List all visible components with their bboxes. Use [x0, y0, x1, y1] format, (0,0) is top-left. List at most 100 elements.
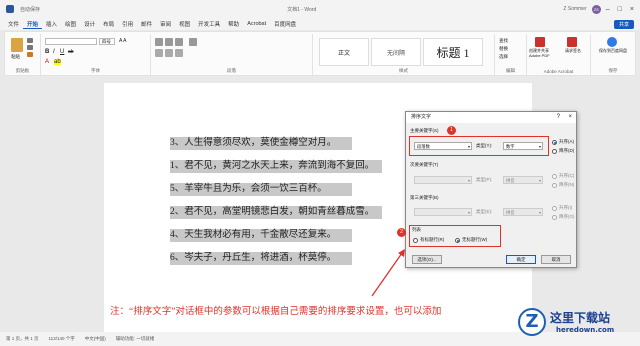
- tab-baidu[interactable]: 百度网盘: [270, 20, 300, 28]
- select-button[interactable]: 选择: [499, 54, 508, 60]
- tab-home[interactable]: 开始: [23, 20, 43, 29]
- no-header-radio[interactable]: [455, 238, 460, 243]
- step-badge-1: 1: [447, 126, 456, 135]
- font-color-icon[interactable]: A: [45, 59, 49, 65]
- sort-icon[interactable]: [189, 38, 197, 46]
- minimize-icon[interactable]: –: [606, 6, 610, 13]
- primary-key-select[interactable]: 段落数 ▾: [414, 142, 472, 150]
- site-watermark: Z 这里下载站 heredown.com: [518, 306, 640, 346]
- red-note-text: 注：“排序文字”对话框中的参数可以根据自己需要的排序要求设置，也可以添加: [110, 307, 442, 317]
- underline-icon[interactable]: U: [60, 49, 64, 55]
- acrobat-group-label: Adobe Acrobat: [543, 69, 574, 74]
- tab-draw[interactable]: 绘图: [61, 20, 80, 28]
- ascending-label-2: 升序(C): [559, 173, 575, 178]
- document-line[interactable]: 4、天生我材必有用，千金散尽还复来。: [170, 229, 352, 242]
- font-name-select[interactable]: [45, 38, 97, 45]
- avatar[interactable]: ZS: [591, 4, 601, 14]
- multilevel-list-icon[interactable]: [175, 38, 183, 46]
- ascending-label-3: 升序(I): [559, 205, 573, 210]
- style-no-spacing[interactable]: 无间隔: [371, 38, 421, 66]
- align-left-icon[interactable]: [155, 49, 163, 57]
- find-button[interactable]: 查找: [499, 38, 508, 44]
- accessibility-status[interactable]: 辅助功能: 一切就绪: [116, 336, 155, 342]
- close-window-icon[interactable]: ×: [630, 6, 634, 13]
- cancel-button[interactable]: 取消: [541, 255, 571, 264]
- document-line[interactable]: 3、人生得意须尽欢，莫使金樽空对月。: [170, 137, 352, 150]
- step-badge-2: 2: [397, 228, 406, 237]
- tab-file[interactable]: 文件: [4, 20, 23, 28]
- cut-icon[interactable]: [27, 38, 33, 43]
- ascending-label: 升序(A): [559, 139, 574, 144]
- copy-icon[interactable]: [27, 45, 33, 50]
- tab-references[interactable]: 引用: [118, 20, 137, 28]
- page-count[interactable]: 第 1 页，共 1 页: [6, 336, 39, 342]
- request-sign-icon[interactable]: [567, 37, 577, 47]
- font-group-label: 字体: [91, 68, 100, 73]
- third-type-select[interactable]: 拼音 ▾: [503, 208, 543, 216]
- word-app-icon: [6, 5, 14, 13]
- format-painter-icon[interactable]: [27, 52, 33, 57]
- document-line[interactable]: 2、君不见，高堂明镜悲白发，朝如青丝暮成雪。: [170, 206, 382, 219]
- close-icon[interactable]: ×: [568, 112, 572, 123]
- create-pdf-icon[interactable]: [535, 37, 545, 47]
- has-header-radio[interactable]: [413, 238, 418, 243]
- style-heading1[interactable]: 标题 1: [423, 38, 483, 66]
- ascending-radio-2[interactable]: [552, 174, 557, 179]
- secondary-key-select[interactable]: ▾: [414, 176, 472, 184]
- tab-view[interactable]: 视图: [175, 20, 194, 28]
- descending-radio-2[interactable]: [552, 183, 557, 188]
- tab-design[interactable]: 设计: [80, 20, 99, 28]
- style-normal[interactable]: 正文: [319, 38, 369, 66]
- ribbon: 粘贴 剪贴板 四号 A A B I U ab A ab 字体 段落 正文 无间隔…: [4, 31, 636, 76]
- bullets-icon[interactable]: [155, 38, 163, 46]
- document-line[interactable]: 5、羊宰牛且为乐，会须一饮三百杯。: [170, 183, 352, 196]
- secondary-type-label: 类型(P):: [476, 177, 493, 182]
- tab-review[interactable]: 审阅: [156, 20, 175, 28]
- primary-type-select[interactable]: 数字 ▾: [503, 142, 543, 150]
- list-label: 列表: [412, 227, 421, 232]
- tab-layout[interactable]: 布局: [99, 20, 118, 28]
- paste-icon[interactable]: [11, 38, 23, 52]
- descending-radio-3[interactable]: [552, 215, 557, 220]
- descending-radio[interactable]: [552, 149, 557, 154]
- options-button[interactable]: 选项(O)...: [412, 255, 442, 264]
- tab-help[interactable]: 帮助: [224, 20, 243, 28]
- italic-icon[interactable]: I: [53, 49, 55, 55]
- ascending-radio[interactable]: [552, 140, 557, 145]
- maximize-icon[interactable]: □: [618, 6, 622, 13]
- user-name[interactable]: Z Sommer: [563, 6, 586, 12]
- font-size-select[interactable]: 四号: [99, 38, 115, 45]
- secondary-type-select[interactable]: 拼音 ▾: [503, 176, 543, 184]
- descending-label: 降序(D): [559, 148, 575, 153]
- baidu-cloud-icon[interactable]: [607, 37, 617, 47]
- tab-acrobat[interactable]: Acrobat: [243, 21, 270, 27]
- tab-mailings[interactable]: 邮件: [137, 20, 156, 28]
- third-key-select[interactable]: ▾: [414, 208, 472, 216]
- replace-button[interactable]: 替换: [499, 46, 508, 52]
- autosave-label[interactable]: 自动保存: [20, 6, 40, 13]
- request-sign-button[interactable]: 请求签名: [565, 48, 583, 54]
- editing-group-label: 编辑: [506, 68, 515, 73]
- highlight-icon[interactable]: ab: [54, 59, 61, 65]
- bold-icon[interactable]: B: [45, 49, 49, 55]
- create-pdf-button[interactable]: 创建并共享 Adobe PDF: [529, 48, 559, 58]
- numbering-icon[interactable]: [165, 38, 173, 46]
- tab-insert[interactable]: 插入: [42, 20, 61, 28]
- dialog-title: 排序文字: [411, 114, 432, 120]
- grow-font-icon[interactable]: A A: [119, 38, 127, 44]
- document-line[interactable]: 1、君不见，黄河之水天上来，奔流到海不复回。: [170, 160, 382, 173]
- share-button[interactable]: 共享: [613, 20, 634, 29]
- language[interactable]: 中文(中国): [85, 336, 106, 342]
- align-right-icon[interactable]: [175, 49, 183, 57]
- save-to-baidu-button[interactable]: 保存到百度网盘: [595, 48, 631, 54]
- ascending-radio-3[interactable]: [552, 206, 557, 211]
- paragraph-group-label: 段落: [227, 68, 236, 73]
- ok-button[interactable]: 确定: [506, 255, 536, 264]
- document-line[interactable]: 6、岑夫子，丹丘生，将进酒，杯莫停。: [170, 252, 352, 265]
- tab-developer[interactable]: 开发工具: [194, 20, 224, 28]
- help-icon[interactable]: ?: [557, 112, 560, 123]
- align-center-icon[interactable]: [165, 49, 173, 57]
- word-count[interactable]: 113/140 个字: [49, 336, 75, 342]
- font-group: 四号 A A B I U ab A ab 字体: [41, 34, 151, 75]
- strikethrough-icon[interactable]: ab: [68, 49, 74, 55]
